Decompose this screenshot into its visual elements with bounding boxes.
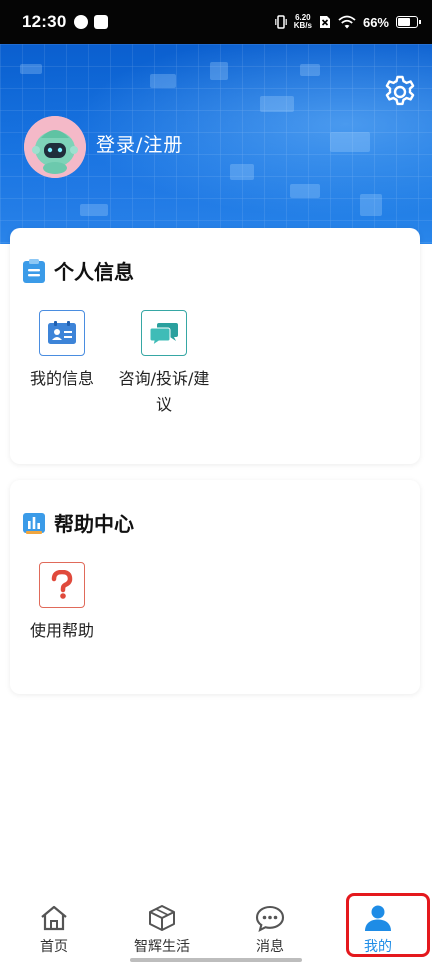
- battery-icon: [396, 16, 421, 28]
- usage-help-button[interactable]: 使用帮助: [12, 562, 112, 644]
- header-decor-tile: [150, 74, 176, 88]
- vibrate-icon: [274, 15, 287, 29]
- feedback-label: 咨询/投诉/建 议: [114, 366, 214, 418]
- login-register-link[interactable]: 登录/注册: [96, 130, 183, 157]
- header-decor-tile: [230, 164, 254, 180]
- network-speed: 6.20 KB/s: [294, 14, 312, 30]
- nav-home[interactable]: 首页: [0, 892, 108, 964]
- profile-header: 登录/注册: [0, 44, 432, 244]
- nav-messages-label: 消息: [256, 939, 284, 955]
- personal-info-header: 个人信息: [22, 256, 134, 285]
- network-speed-unit: KB/s: [293, 21, 312, 30]
- feedback-icon-box: [141, 310, 187, 356]
- header-decor-tile: [330, 132, 370, 152]
- nav-messages[interactable]: 消息: [216, 892, 324, 964]
- my-info-label: 我的信息: [29, 369, 94, 388]
- clipboard-icon: [23, 258, 45, 283]
- active-tab-highlight: [346, 893, 430, 957]
- bar-chart-icon: [23, 512, 45, 534]
- status-notification-icons: [74, 15, 109, 29]
- battery-percentage: 66%: [362, 14, 389, 30]
- feedback-button[interactable]: 咨询/投诉/建 议: [114, 310, 214, 418]
- nav-smart-life-label: 智辉生活: [134, 939, 190, 955]
- app-notification-icon: [74, 15, 89, 29]
- settings-gear-icon[interactable]: [382, 74, 418, 110]
- question-mark-icon: [51, 570, 73, 599]
- personal-info-card: 个人信息 我的信息 咨询/投诉/建 议: [10, 228, 420, 464]
- header-decor-tile: [260, 96, 294, 112]
- box-icon: [149, 905, 175, 931]
- nav-home-label: 首页: [40, 939, 68, 955]
- help-center-card: 帮助中心 使用帮助: [10, 480, 420, 694]
- message-notification-icon: [94, 15, 109, 29]
- feedback-label-line2: 议: [155, 395, 172, 414]
- mascot-avatar-icon: [24, 116, 86, 178]
- feedback-label-line1: 咨询/投诉/建: [118, 369, 210, 388]
- header-decor-tile: [20, 64, 42, 74]
- nav-smart-life[interactable]: 智辉生活: [108, 892, 216, 964]
- home-indicator: [130, 958, 302, 962]
- avatar[interactable]: [24, 116, 86, 178]
- screen: 12:30 6.20 KB/s 66% 登录/注册 个人信息 我的信息 咨询/投…: [0, 0, 432, 964]
- status-time: 12:30: [22, 12, 67, 31]
- header-decor-tile: [210, 62, 228, 80]
- usage-help-label: 使用帮助: [29, 621, 94, 640]
- help-center-header: 帮助中心: [22, 508, 134, 537]
- my-info-icon-box: [39, 310, 85, 356]
- header-decor-tile: [300, 64, 320, 76]
- header-decor-tile: [80, 204, 108, 216]
- status-right: 6.20 KB/s 66%: [274, 14, 421, 30]
- no-sim-icon: [319, 16, 330, 28]
- usage-help-icon-box: [39, 562, 85, 608]
- chat-bubbles-icon: [149, 323, 178, 347]
- home-icon: [41, 905, 67, 931]
- wifi-icon: [338, 15, 356, 29]
- header-decor-tile: [360, 194, 382, 216]
- message-icon: [255, 905, 285, 932]
- my-info-button[interactable]: 我的信息: [12, 310, 112, 392]
- personal-info-title: 个人信息: [54, 260, 134, 284]
- help-center-title: 帮助中心: [54, 512, 134, 536]
- header-decor-tile: [290, 184, 320, 198]
- id-card-icon: [48, 321, 76, 344]
- status-bar: 12:30 6.20 KB/s 66%: [0, 0, 432, 44]
